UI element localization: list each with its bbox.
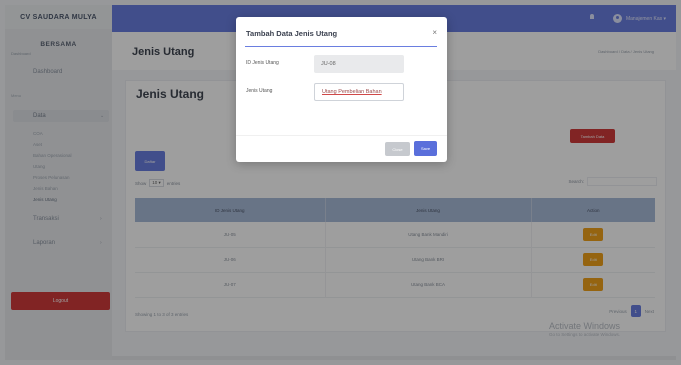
jenis-utang-label: Jenis Utang (246, 88, 273, 94)
close-button[interactable]: Close (385, 142, 410, 156)
modal-title: Tambah Data Jenis Utang (246, 29, 338, 38)
id-jenis-utang-field: JU-08 (314, 55, 404, 73)
id-jenis-utang-label: ID Jenis Utang (246, 60, 279, 66)
close-icon[interactable]: × (432, 28, 437, 37)
jenis-utang-input[interactable]: Utang Pembelian Bahan (314, 83, 404, 101)
modal-footer-divider (236, 135, 447, 136)
add-jenis-utang-modal: Tambah Data Jenis Utang × ID Jenis Utang… (236, 17, 447, 162)
save-button[interactable]: Save (414, 141, 437, 156)
modal-divider (245, 46, 437, 47)
